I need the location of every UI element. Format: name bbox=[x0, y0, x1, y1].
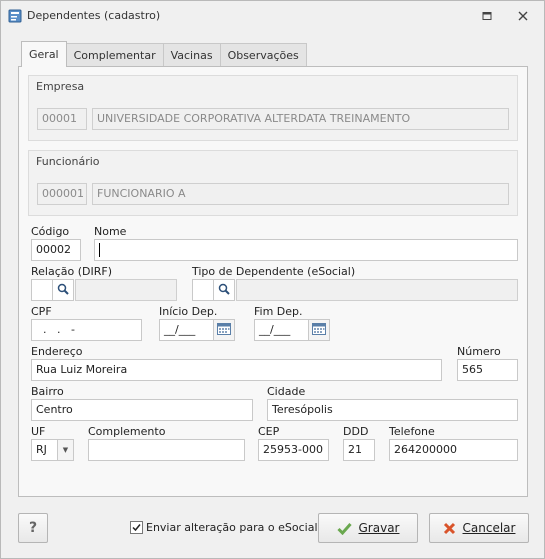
bairro-field[interactable]: Centro bbox=[31, 399, 253, 421]
close-icon[interactable] bbox=[515, 8, 531, 24]
cep-field[interactable]: 25953-000 bbox=[258, 439, 329, 461]
funcionario-code-field: 000001 bbox=[37, 183, 87, 205]
tab-observacoes[interactable]: Observações bbox=[219, 43, 307, 67]
uf-label: UF bbox=[31, 425, 46, 438]
save-label: Gravar bbox=[358, 521, 400, 535]
window-title: Dependentes (cadastro) bbox=[27, 9, 161, 22]
telefone-field[interactable]: 264200000 bbox=[389, 439, 518, 461]
search-icon bbox=[57, 283, 69, 298]
tipo-dependente-label: Tipo de Dependente (eSocial) bbox=[192, 265, 356, 278]
tipo-dependente-search-button[interactable] bbox=[213, 279, 235, 301]
cancel-button[interactable]: Cancelar bbox=[429, 513, 529, 543]
tipo-dependente-code-field[interactable] bbox=[192, 279, 214, 301]
title-bar: Dependentes (cadastro) bbox=[1, 1, 544, 31]
search-icon bbox=[218, 283, 230, 298]
check-icon bbox=[336, 522, 352, 535]
endereco-label: Endereço bbox=[31, 345, 83, 358]
ddd-field[interactable]: 21 bbox=[343, 439, 375, 461]
cancel-label: Cancelar bbox=[462, 521, 516, 535]
telefone-label: Telefone bbox=[389, 425, 435, 438]
tipo-dependente-desc-field bbox=[236, 279, 518, 301]
chevron-down-icon[interactable]: ▼ bbox=[57, 439, 74, 461]
calendar-icon bbox=[217, 322, 231, 338]
bairro-label: Bairro bbox=[31, 385, 64, 398]
inicio-dep-calendar-button[interactable] bbox=[213, 319, 235, 341]
cidade-label: Cidade bbox=[267, 385, 306, 398]
check-icon bbox=[132, 524, 141, 532]
complemento-label: Complemento bbox=[88, 425, 166, 438]
ddd-label: DDD bbox=[343, 425, 369, 438]
dependentes-window: Dependentes (cadastro) Geral Complementa… bbox=[0, 0, 545, 559]
help-label: ? bbox=[28, 520, 38, 536]
funcionario-group: Funcionário 000001 FUNCIONARIO A bbox=[28, 150, 518, 216]
inicio-dep-field[interactable]: __/___ bbox=[159, 319, 214, 341]
tab-geral[interactable]: Geral bbox=[21, 41, 67, 67]
app-icon bbox=[8, 9, 22, 23]
text-caret bbox=[99, 243, 100, 257]
empresa-group-title: Empresa bbox=[36, 80, 85, 93]
nome-label: Nome bbox=[94, 225, 127, 238]
funcionario-group-title: Funcionário bbox=[36, 155, 100, 168]
cidade-field[interactable]: Teresópolis bbox=[267, 399, 518, 421]
tab-complementar[interactable]: Complementar bbox=[65, 43, 164, 67]
relacao-search-button[interactable] bbox=[52, 279, 74, 301]
save-button[interactable]: Gravar bbox=[318, 513, 418, 543]
fim-dep-calendar-button[interactable] bbox=[308, 319, 330, 341]
endereco-field[interactable]: Rua Luiz Moreira bbox=[31, 359, 442, 381]
empresa-group: Empresa 00001 UNIVERSIDADE CORPORATIVA A… bbox=[28, 75, 518, 141]
fim-dep-field[interactable]: __/___ bbox=[254, 319, 309, 341]
relacao-label: Relação (DIRF) bbox=[31, 265, 112, 278]
inicio-dep-label: Início Dep. bbox=[159, 305, 218, 318]
esocial-checkbox[interactable] bbox=[130, 521, 143, 534]
empresa-code-field: 00001 bbox=[37, 108, 87, 130]
tab-vacinas[interactable]: Vacinas bbox=[162, 43, 221, 67]
tab-panel-geral: Empresa 00001 UNIVERSIDADE CORPORATIVA A… bbox=[18, 66, 528, 497]
tab-bar: Geral Complementar Vacinas Observações bbox=[21, 41, 307, 67]
cpf-field[interactable]: . . - bbox=[31, 319, 142, 341]
cpf-label: CPF bbox=[31, 305, 52, 318]
relacao-desc-field bbox=[75, 279, 177, 301]
numero-label: Número bbox=[457, 345, 501, 358]
relacao-code-field[interactable] bbox=[31, 279, 53, 301]
calendar-icon bbox=[312, 322, 326, 338]
codigo-label: Código bbox=[31, 225, 70, 238]
uf-select[interactable]: RJ bbox=[31, 439, 58, 461]
cancel-x-icon bbox=[443, 522, 456, 535]
empresa-name-field: UNIVERSIDADE CORPORATIVA ALTERDATA TREIN… bbox=[92, 108, 509, 130]
complemento-field[interactable] bbox=[88, 439, 245, 461]
help-button[interactable]: ? bbox=[18, 513, 48, 543]
funcionario-name-field: FUNCIONARIO A bbox=[92, 183, 509, 205]
codigo-field[interactable]: 00002 bbox=[31, 239, 81, 261]
numero-field[interactable]: 565 bbox=[457, 359, 518, 381]
fim-dep-label: Fim Dep. bbox=[254, 305, 303, 318]
esocial-checkbox-label[interactable]: Enviar alteração para o eSocial bbox=[146, 521, 318, 534]
nome-field[interactable] bbox=[94, 239, 518, 261]
cep-label: CEP bbox=[258, 425, 280, 438]
restore-icon[interactable] bbox=[479, 8, 495, 24]
